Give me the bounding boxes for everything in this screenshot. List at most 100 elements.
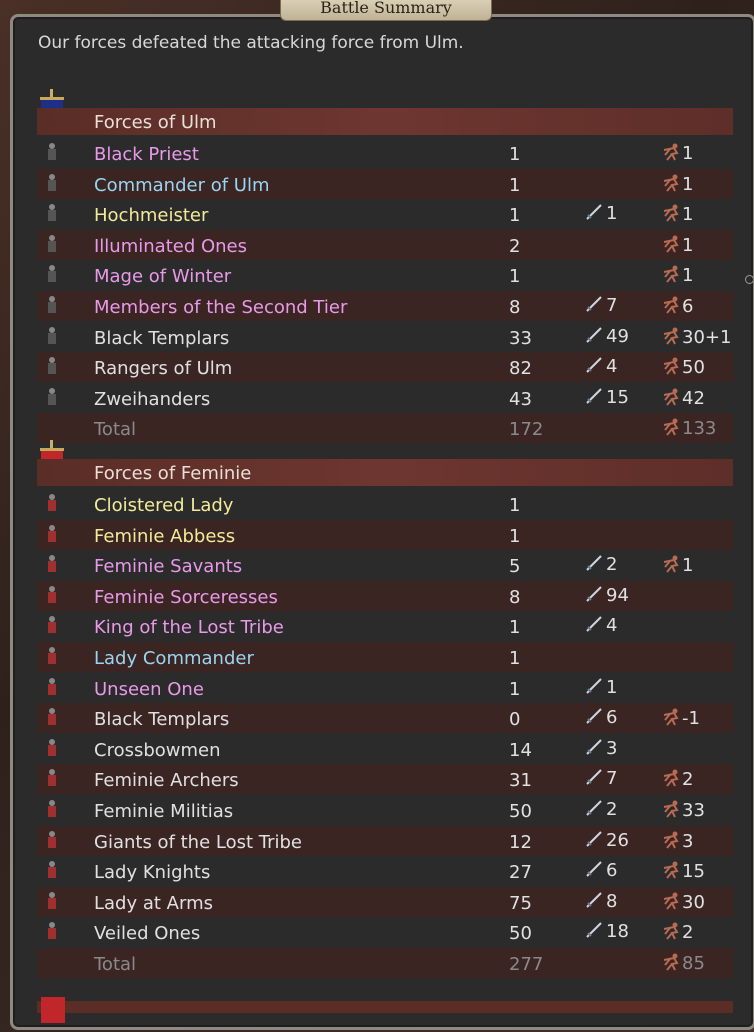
unit-row[interactable]: King of the Lost Tribe 1 4 [37,611,733,642]
unit-losses: 1 [661,264,693,286]
fallen-soldier-icon [663,831,679,849]
fallen-soldier-icon [663,174,679,192]
unit-row[interactable]: Zweihanders 43 15 42 [37,382,733,413]
sword-icon [586,616,602,633]
unit-row[interactable]: Black Priest 1 1 [37,138,733,168]
unit-count: 1 [509,648,521,669]
unit-count: 14 [509,739,532,761]
sword-icon [586,296,602,312]
unit-row[interactable]: Lady Knights 27 6 15 [37,856,733,887]
fallen-soldier-icon [663,418,679,437]
unit-row[interactable]: Feminie Savants 5 2 1 [37,550,733,581]
unit-row[interactable]: Hochmeister 1 1 1 [37,199,733,230]
fallen-soldier-icon [663,327,679,345]
unit-row[interactable]: Veiled Ones 50 18 2 [37,917,733,948]
unit-row[interactable]: Black Templars 33 49 30+1 [37,321,733,352]
unit-kills: 26 [585,830,629,851]
unit-row[interactable]: Unseen One 1 1 [37,672,733,703]
sword-icon [586,708,602,724]
next-section-header [37,1001,733,1013]
unit-portrait-icon [48,647,56,664]
unit-portrait-icon [48,585,56,603]
unit-row[interactable]: Cloistered Lady 1 [37,489,733,519]
unit-portrait-icon [48,234,56,252]
unit-kills: 7 [585,768,617,789]
unit-row[interactable]: Commander of Ulm 1 1 [37,168,733,199]
unit-name: Members of the Second Tier [94,297,348,318]
unit-portrait-icon [48,738,56,756]
total-label: Total [94,954,137,975]
unit-portrait-icon [48,616,56,634]
unit-row[interactable]: Crossbowmen 14 3 [37,733,733,764]
unit-row[interactable]: Mage of Winter 1 1 [37,260,733,291]
fallen-soldier-icon [663,953,679,971]
scrollbar-thumb[interactable] [745,275,753,284]
unit-kills: 18 [585,921,629,942]
unit-row[interactable]: Feminie Archers 31 7 2 [37,764,733,795]
fallen-soldier-icon [663,708,679,726]
unit-count: 1 [509,525,521,547]
sword-icon [586,586,602,602]
unit-losses: 1 [661,234,693,256]
sword-icon [586,204,602,220]
unit-count: 82 [509,358,532,380]
sword-icon [586,769,602,786]
unit-portrait-icon [48,708,56,726]
unit-count: 0 [509,709,521,731]
unit-row[interactable]: Feminie Sorceresses 8 94 [37,580,733,611]
unit-name: Feminie Sorceresses [94,586,278,608]
next-section-banner-icon [41,997,65,1023]
unit-name: Lady Knights [94,862,211,884]
unit-portrait-icon [48,143,56,160]
unit-count: 8 [509,297,521,318]
unit-portrait-icon [48,387,56,405]
unit-losses: 85 [661,952,705,974]
fallen-soldier-icon [663,265,679,284]
unit-count: 5 [509,556,521,578]
unit-row[interactable]: Black Templars 0 6 -1 [37,703,733,734]
unit-row[interactable]: Feminie Militias 50 2 33 [37,795,733,825]
fallen-soldier-icon [663,769,679,788]
unit-row[interactable]: Illuminated Ones 2 1 [37,229,733,260]
army-header: Forces of Ulm [37,108,733,135]
unit-portrait-icon [48,769,56,787]
unit-row[interactable]: Members of the Second Tier 8 7 6 [37,291,733,321]
unit-kills: 1 [585,677,617,698]
unit-row[interactable]: Feminie Abbess 1 [37,519,733,550]
unit-name: Lady at Arms [94,892,213,914]
unit-losses: 1 [661,142,693,164]
total-row: Total 277 85 [37,948,733,978]
fallen-soldier-icon [663,296,679,314]
unit-kills: 6 [585,860,617,881]
army-title: Forces of Ulm [94,112,217,133]
unit-portrait-icon [48,524,56,542]
unit-row[interactable]: Lady at Arms 75 8 30 [37,886,733,917]
window-title: Battle Summary [320,0,452,17]
unit-kills: 15 [585,387,629,408]
unit-count: 33 [509,327,532,349]
unit-portrait-icon [48,677,56,695]
unit-count: 1 [509,174,521,196]
unit-row[interactable]: Lady Commander 1 [37,642,733,672]
fallen-soldier-icon [663,800,679,818]
fallen-soldier-icon [663,892,679,910]
unit-name: Giants of the Lost Tribe [94,831,303,853]
unit-count: 75 [509,892,532,914]
total-row: Total 172 133 [37,413,733,444]
unit-name: Cloistered Lady [94,495,234,516]
fallen-soldier-icon [663,357,679,375]
unit-row[interactable]: Giants of the Lost Tribe 12 26 3 [37,825,733,856]
sword-icon [586,677,602,694]
sword-icon [586,555,602,571]
fallen-soldier-icon [663,861,679,879]
unit-losses: 30+1 [661,326,731,348]
unit-losses: 133 [661,417,716,439]
unit-portrait-icon [48,891,56,909]
unit-portrait-icon [48,296,56,313]
unit-losses: 3 [661,830,693,852]
unit-losses: 1 [661,173,693,195]
unit-name: King of the Lost Tribe [94,617,284,639]
unit-count: 8 [509,586,521,608]
unit-losses: 1 [661,554,693,576]
unit-row[interactable]: Rangers of Ulm 82 4 50 [37,352,733,383]
